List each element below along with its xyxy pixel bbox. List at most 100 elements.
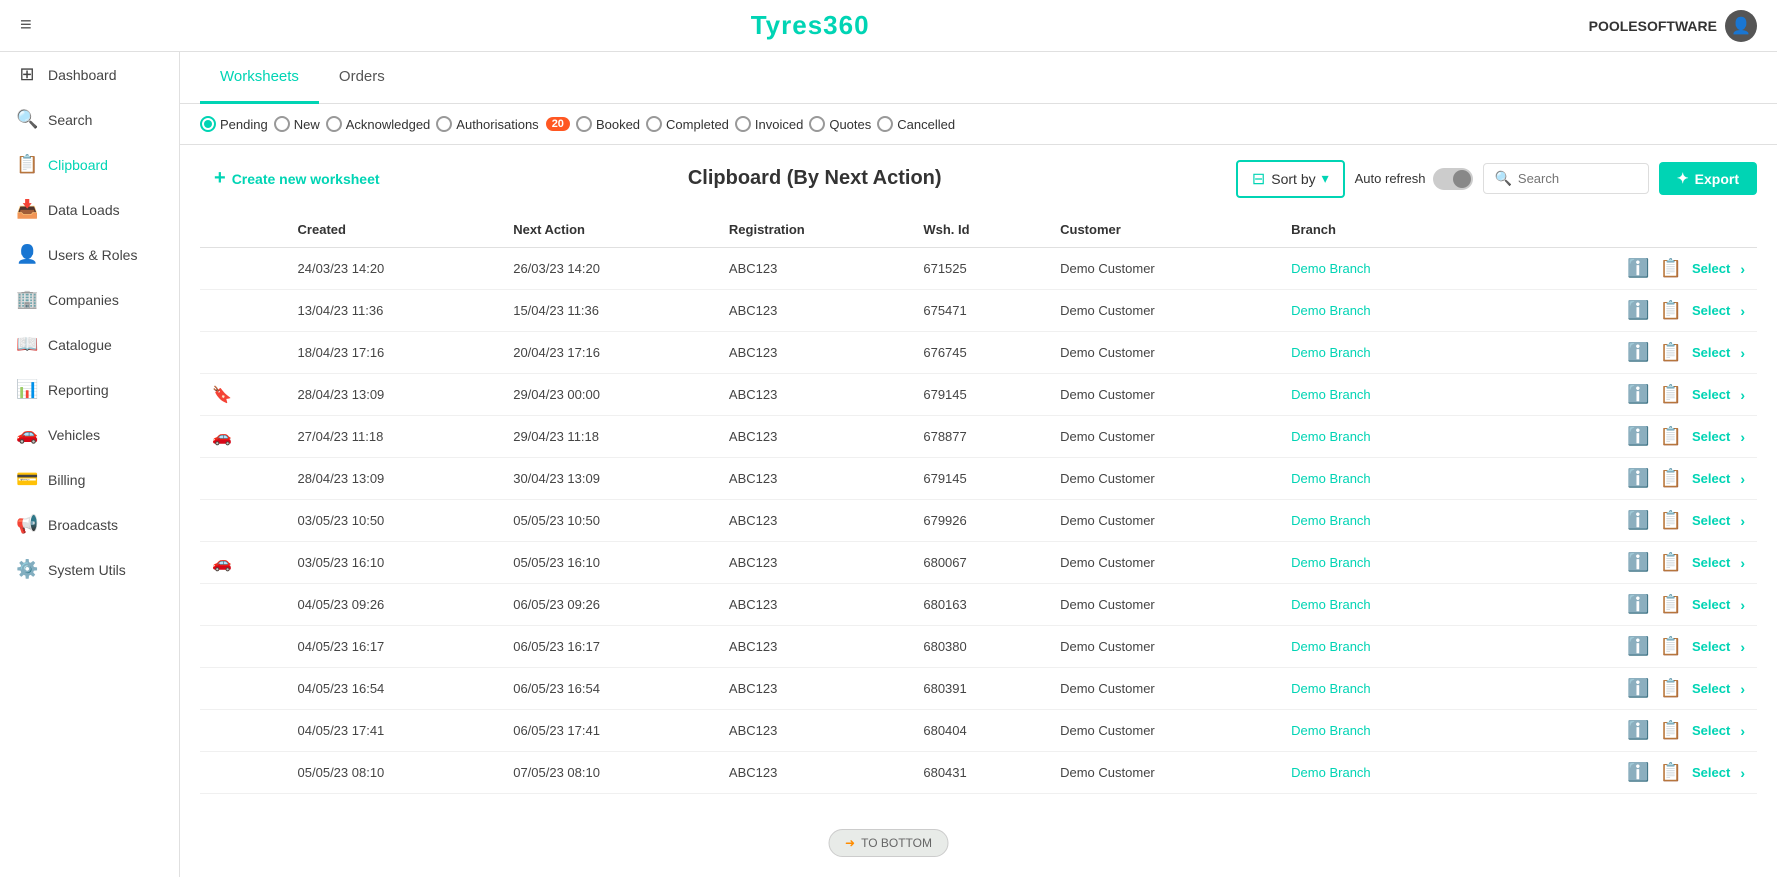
chevron-right-icon[interactable]: › [1740,555,1745,571]
sidebar-item-system-utils[interactable]: ⚙️ System Utils [0,547,179,592]
chevron-right-icon[interactable]: › [1740,639,1745,655]
info-icon[interactable]: ℹ️ [1627,510,1649,531]
bottom-bar[interactable]: ➜ TO BOTTOM [828,829,949,857]
select-button[interactable]: Select [1692,345,1730,360]
sidebar-item-vehicles[interactable]: 🚗 Vehicles [0,412,179,457]
row-11-created: 04/05/23 17:41 [286,710,502,752]
sort-by-button[interactable]: ⊟ Sort by ▾ [1236,160,1345,198]
list-icon[interactable]: 📋 [1660,552,1682,573]
select-button[interactable]: Select [1692,513,1730,528]
list-icon[interactable]: 📋 [1660,636,1682,657]
row-6-created: 03/05/23 10:50 [286,500,502,542]
filter-quotes[interactable]: Quotes [809,116,871,132]
chevron-right-icon[interactable]: › [1740,345,1745,361]
list-icon[interactable]: 📋 [1660,510,1682,531]
sidebar-item-data-loads[interactable]: 📥 Data Loads [0,187,179,232]
sidebar-item-billing[interactable]: 💳 Billing [0,457,179,502]
auto-refresh-toggle[interactable] [1433,168,1473,190]
list-icon[interactable]: 📋 [1660,426,1682,447]
chevron-right-icon[interactable]: › [1740,681,1745,697]
select-button[interactable]: Select [1692,765,1730,780]
select-button[interactable]: Select [1692,429,1730,444]
sidebar-item-dashboard[interactable]: ⊞ Dashboard [0,52,179,97]
search-icon: 🔍 [16,109,38,130]
filter-acknowledged[interactable]: Acknowledged [326,116,431,132]
chevron-right-icon[interactable]: › [1740,597,1745,613]
sidebar-item-catalogue[interactable]: 📖 Catalogue [0,322,179,367]
sidebar-item-clipboard[interactable]: 📋 Clipboard [0,142,179,187]
sidebar-item-companies[interactable]: 🏢 Companies [0,277,179,322]
list-icon[interactable]: 📋 [1660,384,1682,405]
search-input[interactable] [1518,171,1638,186]
chevron-right-icon[interactable]: › [1740,513,1745,529]
list-icon[interactable]: 📋 [1660,468,1682,489]
chevron-right-icon[interactable]: › [1740,471,1745,487]
select-button[interactable]: Select [1692,723,1730,738]
chevron-right-icon[interactable]: › [1740,387,1745,403]
filter-pending[interactable]: Pending [200,116,268,132]
info-icon[interactable]: ℹ️ [1627,678,1649,699]
filter-invoiced[interactable]: Invoiced [735,116,803,132]
sidebar-item-broadcasts[interactable]: 📢 Broadcasts [0,502,179,547]
info-icon[interactable]: ℹ️ [1627,300,1649,321]
branch-value: Demo Branch [1291,513,1370,528]
export-button[interactable]: ✦ Export [1659,162,1757,195]
user-menu[interactable]: POOLESOFTWARE 👤 [1589,10,1757,42]
info-icon[interactable]: ℹ️ [1627,384,1649,405]
authorisations-label: Authorisations [456,117,538,132]
list-icon[interactable]: 📋 [1660,594,1682,615]
info-icon[interactable]: ℹ️ [1627,426,1649,447]
info-icon[interactable]: ℹ️ [1627,762,1649,783]
row-9-wsh_id: 680380 [911,626,1048,668]
info-icon[interactable]: ℹ️ [1627,636,1649,657]
select-button[interactable]: Select [1692,387,1730,402]
chevron-right-icon[interactable]: › [1740,261,1745,277]
hamburger-icon[interactable]: ≡ [20,14,32,37]
row-10-registration: ABC123 [717,668,911,710]
username-label: POOLESOFTWARE [1589,18,1717,34]
booked-radio-icon [576,116,592,132]
sidebar-item-users-roles[interactable]: 👤 Users & Roles [0,232,179,277]
list-icon[interactable]: 📋 [1660,762,1682,783]
chevron-right-icon[interactable]: › [1740,429,1745,445]
select-button[interactable]: Select [1692,261,1730,276]
filter-authorisations[interactable]: Authorisations20 [436,116,570,132]
filter-new[interactable]: New [274,116,320,132]
select-button[interactable]: Select [1692,303,1730,318]
info-icon[interactable]: ℹ️ [1627,720,1649,741]
branch-value: Demo Branch [1291,303,1370,318]
row-1-icon [200,290,286,332]
select-button[interactable]: Select [1692,597,1730,612]
info-icon[interactable]: ℹ️ [1627,468,1649,489]
list-icon[interactable]: 📋 [1660,300,1682,321]
list-icon[interactable]: 📋 [1660,258,1682,279]
filter-completed[interactable]: Completed [646,116,729,132]
filter-cancelled[interactable]: Cancelled [877,116,955,132]
create-worksheet-button[interactable]: + Create new worksheet [200,159,394,198]
chevron-right-icon[interactable]: › [1740,723,1745,739]
select-button[interactable]: Select [1692,471,1730,486]
sidebar-item-search[interactable]: 🔍 Search [0,97,179,142]
chevron-right-icon[interactable]: › [1740,765,1745,781]
sort-by-label: Sort by [1271,171,1315,187]
billing-icon: 💳 [16,469,38,490]
select-button[interactable]: Select [1692,555,1730,570]
tab-worksheets[interactable]: Worksheets [200,52,319,104]
search-box[interactable]: 🔍 [1483,163,1648,194]
row-3-wsh_id: 679145 [911,374,1048,416]
auto-refresh-label: Auto refresh [1355,171,1426,186]
info-icon[interactable]: ℹ️ [1627,594,1649,615]
info-icon[interactable]: ℹ️ [1627,342,1649,363]
info-icon[interactable]: ℹ️ [1627,552,1649,573]
tab-orders[interactable]: Orders [319,52,405,104]
row-5-next_action: 30/04/23 13:09 [501,458,717,500]
list-icon[interactable]: 📋 [1660,678,1682,699]
chevron-right-icon[interactable]: › [1740,303,1745,319]
list-icon[interactable]: 📋 [1660,720,1682,741]
select-button[interactable]: Select [1692,681,1730,696]
list-icon[interactable]: 📋 [1660,342,1682,363]
sidebar-item-reporting[interactable]: 📊 Reporting [0,367,179,412]
info-icon[interactable]: ℹ️ [1627,258,1649,279]
select-button[interactable]: Select [1692,639,1730,654]
filter-booked[interactable]: Booked [576,116,640,132]
